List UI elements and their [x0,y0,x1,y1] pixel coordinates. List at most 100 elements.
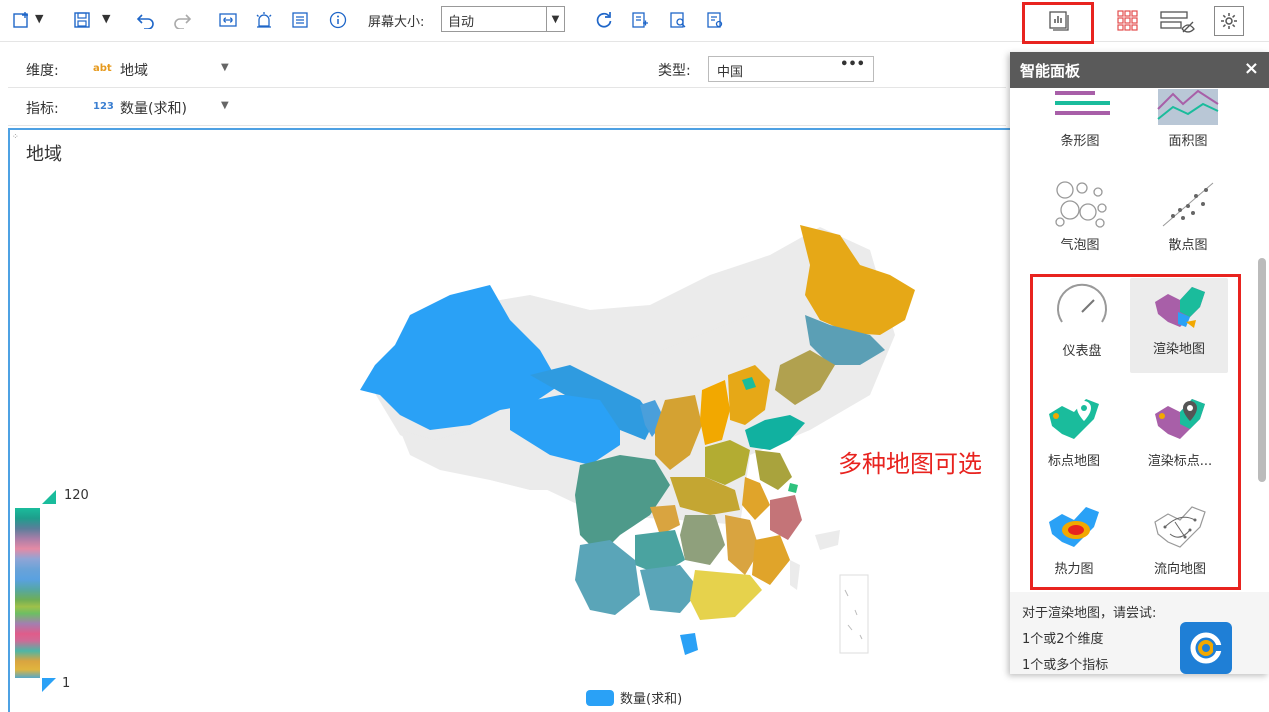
chart-type-label: 条形图 [1060,134,1100,149]
map-type-select[interactable]: 中国 ••• [708,56,874,82]
chart-type-area[interactable]: 面积图 [1138,88,1238,149]
add-dropdown-icon[interactable]: ▼ [35,12,43,25]
chart-type-label: 气泡图 [1060,238,1100,253]
map-region-shanghai[interactable] [788,483,798,493]
legend-swatch [586,689,614,706]
color-scale-bar [15,508,40,678]
chart-type-label: 渲染标点... [1147,454,1213,469]
panel-scrollbar[interactable] [1258,258,1266,482]
map-region-yunnan[interactable] [575,540,640,615]
smart-panel: 智能面板 × 条形图 面积图 气泡图 散点图 仪表盘 渲染地图 标点地图 渲染标… [1010,52,1269,674]
info-icon[interactable] [328,10,348,30]
chart-title: 地域 [26,144,62,165]
chart-type-label: 流向地图 [1153,562,1206,577]
sea-island-shape [815,530,840,550]
measure-label: 指标: [26,101,59,117]
gear-icon[interactable] [1214,6,1244,36]
more-icon[interactable]: ••• [840,57,865,72]
chart-type-point-map[interactable]: 标点地图 [1024,390,1124,469]
scale-max-label: 120 [64,488,89,503]
close-icon[interactable]: × [1244,58,1259,79]
alert-icon[interactable] [254,10,274,30]
text-type-icon: abt [93,63,112,74]
map-region-guangdong[interactable] [690,570,762,620]
point-map-icon [1049,399,1099,439]
smart-panel-icon[interactable] [1047,9,1071,33]
grid-icon[interactable] [1116,9,1140,33]
measure-row: 指标: 123 数量(求和) ▼ [8,88,1006,126]
heat-map-icon [1049,507,1099,547]
dimension-label: 维度: [26,63,59,79]
map-region-chongqing[interactable] [650,505,680,535]
gauge-icon [1057,283,1107,323]
chart-type-bar[interactable]: 条形图 [1030,88,1130,149]
link-icon[interactable] [218,10,238,30]
screen-size-select[interactable]: 自动 ▼ [441,6,565,32]
undo-icon[interactable] [136,10,156,30]
add-component-icon[interactable] [12,10,32,30]
screen-size-label: 屏幕大小: [368,15,425,30]
chart-type-label: 热力图 [1054,562,1094,577]
footer-hint: 1个或多个指标 [1022,658,1109,673]
chart-type-gauge[interactable]: 仪表盘 [1032,280,1132,359]
export-icon[interactable] [630,10,650,30]
chart-type-render-map[interactable]: 渲染地图 [1130,278,1228,373]
footer-hint: 1个或2个维度 [1022,632,1104,647]
dimension-row: 维度: abt 地域 ▼ 类型: 中国 ••• [8,50,1006,88]
legend-label: 数量(求和) [620,692,683,707]
save-dropdown-icon[interactable]: ▼ [102,12,110,25]
map-region-zhejiang[interactable] [770,495,802,540]
scale-min-handle-icon[interactable] [42,678,56,692]
hide-icon[interactable] [1160,9,1196,33]
chart-type-label: 渲染地图 [1152,342,1205,357]
screen-size-value: 自动 [448,15,475,30]
scale-min-label: 1 [62,676,71,691]
map-region-anhui[interactable] [742,477,770,520]
render-map-icon [1155,287,1205,328]
chevron-down-icon[interactable]: ▼ [221,100,229,111]
chart-legend[interactable]: 数量(求和) [586,688,682,707]
dimension-field[interactable]: 地域 [120,60,148,80]
app-logo-icon[interactable] [1180,622,1232,674]
chevron-down-icon[interactable]: ▼ [221,62,229,73]
map-region-guangxi[interactable] [640,565,700,613]
map-region-taiwan[interactable] [790,560,800,590]
render-point-map-icon [1155,399,1205,439]
chart-type-label: 散点图 [1168,238,1208,253]
annotation-text: 多种地图可选 [838,450,982,478]
preview-icon[interactable] [668,10,688,30]
bar-chart-icon [1055,91,1110,115]
chart-type-heat-map[interactable]: 热力图 [1024,498,1124,577]
south-china-sea-islands [844,589,863,640]
settings-icon[interactable] [705,10,725,30]
chart-type-label: 标点地图 [1047,454,1100,469]
toolbar: ▼ ▼ 屏幕大小: 自动 ▼ [0,0,1269,44]
chart-type-scatter[interactable]: 散点图 [1138,174,1238,253]
map-region-jiangsu[interactable] [755,450,792,490]
scatter-chart-icon [1162,182,1214,227]
map-type-value: 中国 [717,65,744,80]
save-icon[interactable] [72,10,92,30]
chart-type-bubble[interactable]: 气泡图 [1030,174,1130,253]
area-chart-icon [1157,89,1219,125]
map-region-fujian[interactable] [752,535,790,585]
south-china-sea-inset [839,574,869,654]
chart-type-render-point-map[interactable]: 渲染标点... [1130,390,1230,469]
flow-map-icon [1154,506,1206,548]
map-type-label: 类型: [658,63,691,79]
redo-icon[interactable] [172,10,192,30]
refresh-icon[interactable] [594,10,614,30]
panel-title: 智能面板 [1020,62,1081,80]
number-type-icon: 123 [93,101,114,112]
map-region-hainan[interactable] [680,633,698,655]
chart-type-flow-map[interactable]: 流向地图 [1130,498,1230,577]
bubble-chart-icon [1055,181,1107,228]
measure-field[interactable]: 数量(求和) [120,98,187,118]
china-map[interactable] [350,215,930,665]
chart-type-label: 面积图 [1168,134,1208,149]
report-icon[interactable] [290,10,310,30]
panel-header: 智能面板 × [1010,52,1269,88]
drag-handle-icon[interactable]: ⁘ [12,132,19,141]
scale-max-handle-icon[interactable] [42,490,56,504]
chevron-down-icon[interactable]: ▼ [546,7,564,31]
